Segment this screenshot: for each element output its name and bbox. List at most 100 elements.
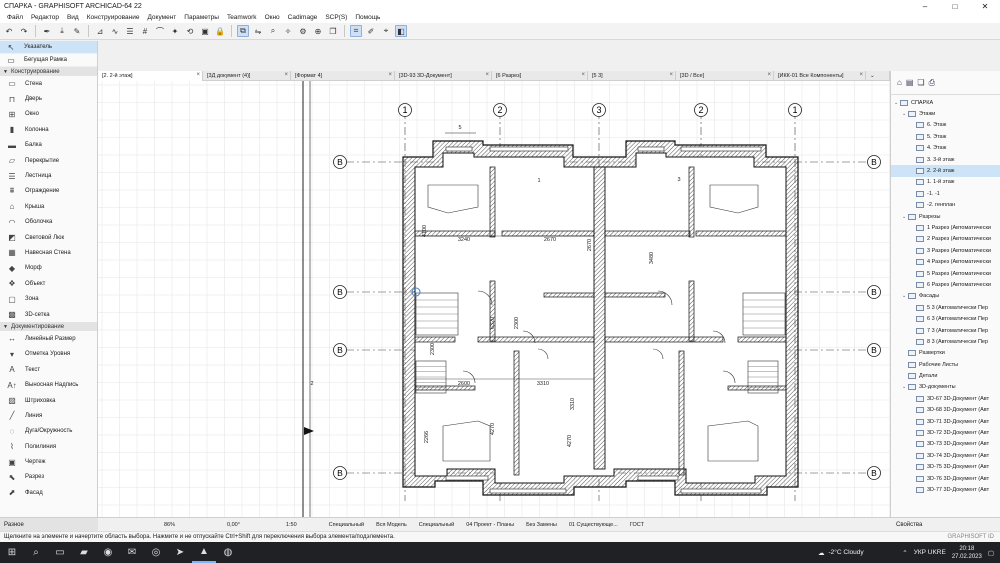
zoom-value[interactable]: 86% (158, 522, 181, 528)
tree-item[interactable]: 3D-71 3D-Документ (Авт (891, 416, 1000, 427)
view-icon[interactable]: ◧ (395, 25, 407, 37)
close-icon[interactable]: ✕ (970, 0, 1000, 12)
tree-item[interactable]: Детали (891, 370, 1000, 381)
tool-item[interactable]: ▦ Навесная Стена (0, 245, 97, 260)
close-icon[interactable]: × (669, 72, 673, 78)
tool-item[interactable]: ⊓ Дверь (0, 91, 97, 106)
tree-item[interactable]: 3D-67 3D-Документ (Авт (891, 393, 1000, 404)
menu-item[interactable]: Конструирование (83, 14, 144, 21)
tool-item[interactable]: ⬉ Разрез (0, 470, 97, 485)
tree-item[interactable]: -2. генплан (891, 200, 1000, 211)
inject-icon[interactable]: ⤓ (56, 25, 68, 37)
menu-item[interactable]: Параметры (180, 14, 223, 21)
tool-item[interactable]: ▬ Балка (0, 138, 97, 153)
keyboard-language[interactable]: УКР UKRE (914, 549, 946, 556)
menu-item[interactable]: Помощь (351, 14, 384, 21)
tree-item[interactable]: 1. 1-й этаж (891, 177, 1000, 188)
snap-icon[interactable]: ⊿ (94, 25, 106, 37)
chrome-icon[interactable]: ◍ (216, 542, 240, 563)
pen-set[interactable]: Специальный (413, 522, 460, 528)
lock-icon[interactable]: 🔒 (214, 25, 226, 37)
menu-item[interactable]: Вид (63, 14, 83, 21)
menu-item[interactable]: Документ (143, 14, 180, 21)
scale-value[interactable]: 1:50 (280, 522, 303, 528)
view-tab[interactable]: [3D / Все] × (676, 71, 774, 81)
tab-menu-button[interactable]: ⌄ (866, 71, 890, 81)
properties-bar[interactable]: Свойства (890, 517, 1000, 531)
arc-icon[interactable]: ⌒ (154, 25, 166, 37)
tool-arrow[interactable]: ↖ Указатель (0, 41, 97, 54)
publisher-icon[interactable]: ⎙ (929, 78, 935, 88)
tool-item[interactable]: ▢ Зона (0, 291, 97, 306)
box-icon[interactable]: ▣ (199, 25, 211, 37)
trace-icon[interactable]: ⧉ (237, 25, 249, 37)
tree-item[interactable]: 4 Разрез (Автоматически (891, 256, 1000, 267)
chevron-up-icon[interactable]: ⌃ (902, 549, 907, 557)
project-map-icon[interactable]: ⌂ (897, 78, 902, 87)
close-icon[interactable]: × (581, 72, 585, 78)
search-icon[interactable]: ⌕ (24, 542, 48, 563)
close-icon[interactable]: × (284, 72, 288, 78)
clock[interactable]: 20:18 27.02.2023 (952, 545, 982, 561)
tree-item[interactable]: 7 3 (Автоматически Пер (891, 325, 1000, 336)
measure-icon[interactable]: ⌖ (380, 25, 392, 37)
filter-icon[interactable]: ⚙ (297, 25, 309, 37)
tree-item[interactable]: 6 Разрез (Автоматически (891, 279, 1000, 290)
tree-item[interactable]: 2 Разрез (Автоматически (891, 234, 1000, 245)
view-tab[interactable]: [2. 2-й этаж] × (98, 71, 203, 81)
view-tab[interactable]: [ИКК-01 Все Компоненты] × (774, 71, 866, 81)
viber-icon[interactable]: ◎ (144, 542, 168, 563)
tool-marquee[interactable]: ▭ Бегущая Рамка (0, 54, 97, 67)
tool-item[interactable]: ▨ Штриховка (0, 393, 97, 408)
tool-item[interactable]: ⌇ Полилиния (0, 439, 97, 454)
floor-plan-canvas[interactable]: 1 2 3 2 1 B B B B B B B B 5 1 3 4100 3240 2670 2670 3480 6320… (98, 81, 890, 517)
layer-combination[interactable]: Специальный (323, 522, 370, 528)
tree-item[interactable]: 5 3 (Автоматически Пер (891, 302, 1000, 313)
menu-item[interactable]: Teamwork (223, 14, 261, 21)
menu-item[interactable]: Окно (261, 14, 284, 21)
magic-wand-icon[interactable]: ⌗ (350, 25, 362, 37)
undo-icon[interactable]: ↶ (3, 25, 15, 37)
close-icon[interactable]: × (196, 72, 200, 78)
tree-item[interactable]: 5 Разрез (Автоматически (891, 268, 1000, 279)
close-icon[interactable]: × (388, 72, 392, 78)
tool-item[interactable]: ▭ Стена (0, 76, 97, 91)
layout-book-icon[interactable]: ❏ (917, 78, 924, 87)
view-map-icon[interactable]: ▤ (906, 78, 914, 87)
close-icon[interactable]: × (485, 72, 489, 78)
tool-item[interactable]: ⬈ Фасад (0, 485, 97, 500)
tree-item[interactable]: 3D-73 3D-Документ (Авт (891, 439, 1000, 450)
view-tab[interactable]: [6 Разрез] × (492, 71, 588, 81)
snap-point-icon[interactable]: ✦ (169, 25, 181, 37)
tool-item[interactable]: ▱ Перекрытие (0, 153, 97, 168)
edit-icon[interactable]: ✐ (365, 25, 377, 37)
tool-item[interactable]: ◆ Морф (0, 261, 97, 276)
angle-value[interactable]: 0,00° (221, 522, 246, 528)
graphic-override[interactable]: Без Замены (520, 522, 563, 528)
tree-item[interactable]: 3D-77 3D-Документ (Авт (891, 484, 1000, 495)
view-tab[interactable]: [5 3] × (588, 71, 676, 81)
tool-item[interactable]: ⌂ Крыша (0, 199, 97, 214)
tool-item[interactable]: ◩ Световой Люк (0, 230, 97, 245)
tool-item[interactable]: ⊞ Окно (0, 107, 97, 122)
tool-item[interactable]: ❖ Объект (0, 276, 97, 291)
minimize-icon[interactable]: – (910, 0, 940, 12)
tree-item[interactable]: ⌄ Этажи (891, 108, 1000, 119)
maximize-icon[interactable]: □ (940, 0, 970, 12)
tool-item[interactable]: ↔ Линейный Размер (0, 331, 97, 346)
tree-item[interactable]: Рабочие Листы (891, 359, 1000, 370)
tree-item[interactable]: 6 3 (Автоматически Пер (891, 313, 1000, 324)
tree-item[interactable]: 3 Разрез (Автоматически (891, 245, 1000, 256)
file-explorer-icon[interactable]: ▰ (72, 542, 96, 563)
model-view[interactable]: Вся Модель (370, 522, 413, 528)
windows-start-icon[interactable]: ⊞ (0, 542, 24, 563)
task-view-icon[interactable]: ▭ (48, 542, 72, 563)
tree-item[interactable]: ⌄ Фасады (891, 291, 1000, 302)
eyedropper-icon[interactable]: ✎ (71, 25, 83, 37)
tree-item[interactable]: 3D-76 3D-Документ (Авт (891, 473, 1000, 484)
tree-item[interactable]: 5. Этаж (891, 131, 1000, 142)
tree-item[interactable]: -1. -1 (891, 188, 1000, 199)
model-view-option[interactable]: 04 Проект - Планы (460, 522, 520, 528)
menu-item[interactable]: Редактор (27, 14, 63, 21)
tool-item[interactable]: ◠ Оболочка (0, 215, 97, 230)
